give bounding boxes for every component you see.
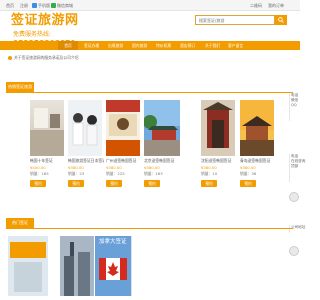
product-photo-desk	[30, 108, 64, 156]
product-card[interactable]: 青岛送签韩国签证 ¥380.00 销量：36 预约	[240, 100, 274, 196]
nav-item-messages[interactable]: 客户留言	[228, 41, 243, 50]
top-utility-bar: 首页 注册 手机版 微信商城 二维码 我的订单	[0, 0, 300, 11]
book-button[interactable]: 预约	[201, 180, 217, 187]
product-photo-poster	[106, 100, 140, 156]
nav-item-visa[interactable]: 签证办理	[84, 41, 99, 50]
product-sales: 销量：165	[30, 171, 49, 176]
product-photo-temple	[240, 100, 274, 156]
nav-item-outbound[interactable]: 出境旅游	[108, 41, 123, 50]
product-title[interactable]: 韩国旅游签证日本签证	[68, 158, 104, 163]
product-card[interactable]: 北京送签韩国签证 ¥380.00 销量：163 预约	[144, 100, 180, 196]
visa-card[interactable]	[60, 236, 94, 296]
visa-section-header: 热门签证	[6, 218, 293, 229]
product-price: ¥380.00	[68, 165, 84, 170]
product-price: ¥380.00	[144, 165, 160, 170]
product-image	[240, 100, 274, 156]
visa-photo-sign	[8, 236, 48, 296]
topbar-wechat-link[interactable]: 微信商城	[57, 0, 73, 11]
product-image	[68, 100, 102, 156]
product-photo-gate	[201, 100, 235, 156]
product-sales: 销量：10	[201, 171, 218, 176]
product-card[interactable]: 广州送签韩国签证 ¥380.00 销量：225 预约	[106, 100, 140, 196]
notice-text: 关于签证旅游网的服务承诺及公司介绍	[14, 55, 79, 60]
topbar-orders-link[interactable]: 我的订单	[268, 0, 284, 11]
nav-item-home[interactable]: 首页	[58, 41, 78, 50]
product-price: ¥380.00	[106, 165, 122, 170]
nav-item-about[interactable]: 关于我们	[205, 41, 220, 50]
book-button[interactable]: 预约	[68, 180, 84, 187]
site-logo[interactable]: 签证旅游网	[11, 14, 79, 28]
sidebar-back-to-top[interactable]: 顶部	[290, 164, 300, 169]
search-icon	[278, 17, 284, 23]
visa-card[interactable]	[8, 236, 48, 296]
right-sidebar-contact: 电话 微信 QQ	[289, 93, 300, 121]
product-title[interactable]: 青岛送签韩国签证	[240, 158, 276, 163]
product-sales: 销量：163	[144, 171, 163, 176]
product-sales: 销量：225	[106, 171, 125, 176]
product-title[interactable]: 北京送签韩国签证	[144, 158, 180, 163]
nav-item-flights[interactable]: 特价机票	[156, 41, 171, 50]
product-title[interactable]: 沈阳送签韩国签证	[201, 158, 237, 163]
product-image	[106, 100, 140, 156]
product-card[interactable]: 韩国旅游签证日本签证 ¥380.00 销量：23 预约	[68, 100, 104, 196]
search-input[interactable]	[195, 15, 275, 25]
product-price: ¥400.00	[30, 165, 46, 170]
notice-icon	[8, 56, 12, 60]
search-button[interactable]	[275, 15, 287, 25]
product-photo-people	[72, 113, 98, 146]
service-circle-button[interactable]	[289, 246, 299, 256]
book-button[interactable]: 预约	[106, 180, 122, 187]
main-nav: 首页 签证办理 出境旅游 国内旅游 特价机票 酒店预订 关于我们 客户留言	[0, 41, 300, 50]
back-to-top-button[interactable]	[289, 192, 299, 202]
product-title[interactable]: 韩国十年签证	[30, 158, 66, 163]
product-price: ¥380.00	[201, 165, 217, 170]
notice-bar[interactable]: 关于签证旅游网的服务承诺及公司介绍	[8, 55, 79, 60]
visa-section-title: 热门签证	[6, 218, 34, 228]
nav-item-hotels[interactable]: 酒店预订	[180, 41, 195, 50]
mobile-icon	[32, 3, 37, 8]
product-card[interactable]: 韩国十年签证 ¥400.00 销量：165 预约	[30, 100, 64, 196]
hot-section-title: 热销签证旅游	[6, 82, 34, 92]
visa-card-canada[interactable]: 加拿大签证	[95, 236, 131, 296]
right-sidebar-service: 电话 在线咨询 顶部	[289, 154, 305, 182]
topbar-mobile-link[interactable]: 手机版	[38, 0, 50, 11]
product-sales: 销量：23	[68, 171, 85, 176]
product-title[interactable]: 广州送签韩国签证	[106, 158, 142, 163]
visa-photo-city	[60, 236, 94, 296]
book-button[interactable]: 预约	[30, 180, 46, 187]
book-button[interactable]: 预约	[144, 180, 160, 187]
visa-banner-title: 加拿大签证	[99, 239, 127, 245]
visa-image	[60, 236, 94, 296]
product-sales: 销量：36	[240, 171, 257, 176]
wechat-icon	[51, 3, 56, 8]
product-card[interactable]: 沈阳送签韩国签证 ¥380.00 销量：10 预约	[201, 100, 235, 196]
topbar-home-link[interactable]: 首页	[6, 0, 14, 11]
hot-section-header: 热销签证旅游	[6, 82, 293, 93]
visa-image	[8, 236, 48, 296]
product-image	[144, 100, 180, 156]
product-image	[201, 100, 235, 156]
nav-item-domestic[interactable]: 国内旅游	[132, 41, 147, 50]
product-price: ¥380.00	[240, 165, 256, 170]
hotline-label: 免费服务热线:	[13, 31, 52, 38]
book-button[interactable]: 预约	[240, 180, 256, 187]
sidebar-qq[interactable]: QQ	[290, 103, 300, 108]
topbar-register-link[interactable]: 注册	[20, 0, 28, 11]
product-photo-palace	[144, 100, 180, 156]
topbar-qrcode-link[interactable]: 二维码	[250, 0, 262, 11]
product-image	[30, 100, 64, 156]
